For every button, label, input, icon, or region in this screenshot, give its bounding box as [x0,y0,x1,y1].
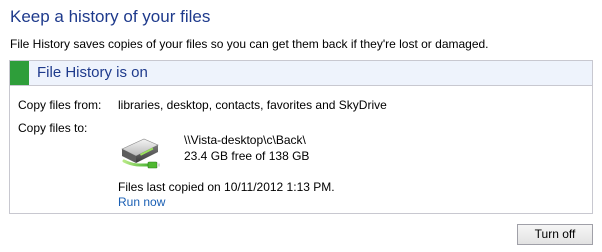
status-indicator [10,61,29,85]
file-history-page: Keep a history of your files File Histor… [0,0,602,252]
status-panel: File History is on Copy files from: libr… [9,60,593,214]
status-panel-header: File History is on [10,61,592,86]
backup-drive-space: 23.4 GB free of 138 GB [184,149,310,163]
status-title: File History is on [37,64,148,81]
run-now-link[interactable]: Run now [118,195,165,209]
copy-from-label: Copy files from: [18,98,102,112]
copy-from-value: libraries, desktop, contacts, favorites … [118,98,387,112]
page-description: File History saves copies of your files … [10,37,489,51]
last-copied-status: Files last copied on 10/11/2012 1:13 PM. [118,180,335,194]
page-title: Keep a history of your files [10,7,211,26]
network-drive-icon [118,135,162,171]
copy-to-label: Copy files to: [18,121,88,135]
turn-off-button[interactable]: Turn off [517,224,593,245]
backup-drive-path: \\Vista-desktop\c\Back\ [184,133,306,147]
